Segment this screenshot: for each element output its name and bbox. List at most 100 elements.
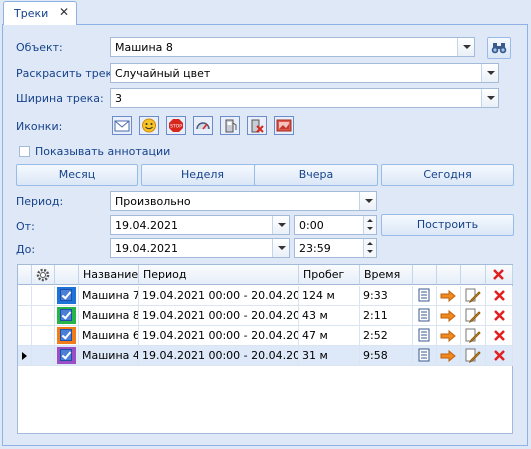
from-date-field[interactable]: 19.04.2021 — [110, 215, 290, 235]
row-checkbox[interactable] — [60, 349, 72, 361]
row-indicator[interactable] — [18, 326, 32, 346]
fuel-cancel-icon[interactable] — [247, 116, 267, 135]
stop-sign-icon[interactable]: STOP — [166, 116, 186, 135]
row-checkbox[interactable] — [60, 309, 72, 321]
row-name: Машина 7 — [79, 286, 139, 306]
period-combo[interactable]: Произвольно — [110, 191, 377, 211]
period-header[interactable]: Период — [139, 265, 299, 285]
row-indicator[interactable] — [18, 346, 32, 366]
name-header[interactable]: Название — [79, 265, 139, 285]
object-value: Машина 8 — [115, 41, 173, 54]
row-mileage: 47 м — [299, 326, 360, 346]
spinner-icon[interactable] — [363, 239, 376, 257]
color-value: Случайный цвет — [115, 67, 211, 80]
period-value: Произвольно — [115, 195, 191, 208]
delete-button[interactable] — [486, 346, 513, 366]
chevron-down-icon[interactable] — [457, 38, 474, 56]
delete-button[interactable] — [486, 306, 513, 326]
envelope-icon[interactable] — [112, 116, 132, 135]
delete-icon — [494, 350, 505, 361]
track-color-swatch[interactable] — [57, 347, 76, 364]
goto-button[interactable] — [437, 286, 461, 306]
arrow-right-icon — [440, 310, 456, 322]
smiley-icon[interactable] — [139, 116, 159, 135]
row-color-check[interactable] — [55, 286, 79, 306]
row-indicator[interactable] — [18, 286, 32, 306]
track-color-swatch[interactable] — [57, 287, 76, 304]
row-period: 19.04.2021 00:00 - 20.04.20... — [139, 326, 299, 346]
row-spacer — [32, 286, 55, 306]
chevron-down-icon[interactable] — [359, 192, 376, 210]
document-icon — [418, 308, 430, 322]
details-button[interactable] — [413, 346, 437, 366]
row-time: 2:52 — [360, 326, 413, 346]
from-date-value: 19.04.2021 — [115, 219, 178, 232]
color-combo[interactable]: Случайный цвет — [110, 63, 499, 83]
row-spacer — [32, 326, 55, 346]
to-date-field[interactable]: 19.04.2021 — [110, 238, 290, 258]
chevron-down-icon[interactable] — [272, 216, 289, 234]
row-color-check[interactable] — [55, 306, 79, 326]
delete-button[interactable] — [486, 326, 513, 346]
delete-all-header[interactable] — [486, 265, 513, 285]
edit-button[interactable] — [461, 346, 486, 366]
tab-label: Треки — [14, 7, 49, 20]
mileage-header[interactable]: Пробег — [299, 265, 360, 285]
track-color-swatch[interactable] — [57, 327, 76, 344]
build-button[interactable]: Построить — [381, 214, 514, 236]
annotations-checkbox[interactable] — [19, 146, 30, 157]
settings-header[interactable] — [32, 265, 55, 285]
edit-header — [461, 265, 486, 285]
close-icon[interactable]: ✕ — [59, 5, 69, 19]
row-mileage: 124 м — [299, 286, 360, 306]
chevron-down-icon[interactable] — [272, 239, 289, 257]
arrow-right-icon — [440, 330, 456, 342]
to-label: До: — [16, 243, 36, 256]
delete-all-icon — [493, 269, 504, 280]
row-color-check[interactable] — [55, 346, 79, 366]
fuel-icon[interactable] — [220, 116, 240, 135]
yesterday-button[interactable]: Вчера — [254, 164, 378, 186]
document-icon — [418, 328, 430, 342]
row-spacer — [32, 306, 55, 326]
object-combo[interactable]: Машина 8 — [110, 37, 475, 57]
row-name: Машина 4 — [79, 346, 139, 366]
tab-tracks[interactable]: Треки ✕ — [3, 1, 77, 25]
spinner-icon[interactable] — [363, 216, 376, 234]
details-button[interactable] — [413, 286, 437, 306]
row-checkbox[interactable] — [60, 329, 72, 341]
row-indicator[interactable] — [18, 306, 32, 326]
edit-icon — [465, 308, 481, 323]
to-date-value: 19.04.2021 — [115, 242, 178, 255]
row-checkbox[interactable] — [60, 289, 72, 301]
delete-button[interactable] — [486, 286, 513, 306]
row-period: 19.04.2021 00:00 - 20.04.20... — [139, 306, 299, 326]
details-button[interactable] — [413, 326, 437, 346]
month-button[interactable]: Месяц — [16, 164, 138, 186]
binoculars-button[interactable] — [487, 37, 511, 59]
track-color-swatch[interactable] — [57, 307, 76, 324]
goto-button[interactable] — [437, 306, 461, 326]
goto-button[interactable] — [437, 326, 461, 346]
chevron-down-icon[interactable] — [481, 64, 498, 82]
edit-button[interactable] — [461, 306, 486, 326]
goto-button[interactable] — [437, 346, 461, 366]
row-spacer — [32, 346, 55, 366]
speedometer-icon[interactable] — [193, 116, 213, 135]
time-header[interactable]: Время — [360, 265, 413, 285]
today-button[interactable]: Сегодня — [381, 164, 514, 186]
from-time-field[interactable]: 0:00 — [294, 215, 377, 235]
chevron-down-icon[interactable] — [481, 89, 498, 107]
week-button[interactable]: Неделя — [141, 164, 264, 186]
edit-button[interactable] — [461, 286, 486, 306]
details-button[interactable] — [413, 306, 437, 326]
row-name: Машина 6 — [79, 326, 139, 346]
gallery-icon[interactable] — [274, 116, 294, 135]
period-label: Период: — [16, 195, 64, 208]
to-time-field[interactable]: 23:59 — [294, 238, 377, 258]
gear-icon — [36, 268, 50, 282]
width-combo[interactable]: 3 — [110, 88, 499, 108]
binoculars-icon — [491, 43, 507, 54]
edit-button[interactable] — [461, 326, 486, 346]
row-color-check[interactable] — [55, 326, 79, 346]
